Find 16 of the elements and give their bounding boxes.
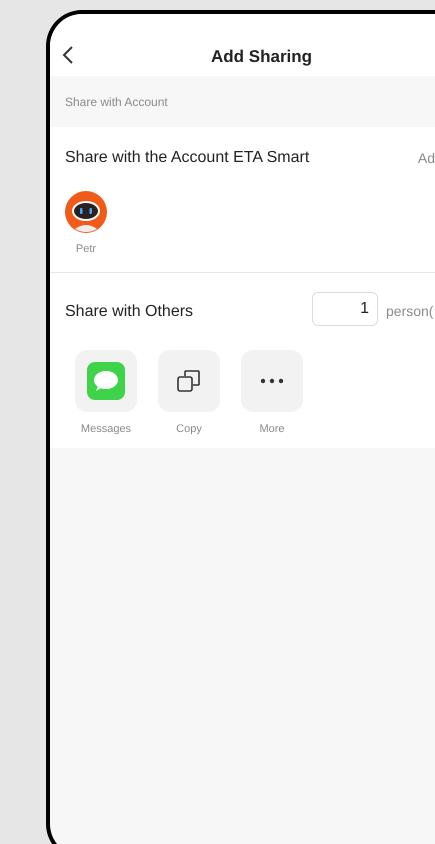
others-title: Share with Others <box>65 302 194 322</box>
share-option-button[interactable] <box>158 350 220 412</box>
section-label: Share with Account <box>65 94 168 110</box>
page-title: Add Sharing <box>211 46 312 68</box>
more-icon <box>260 378 284 384</box>
share-option-label: Messages <box>80 422 132 437</box>
account-title: Share with the Account ETA Smart <box>65 148 310 168</box>
robot-avatar-icon[interactable] <box>65 191 107 233</box>
unit-label: person( <box>386 302 434 321</box>
copy-icon <box>176 368 202 394</box>
member-name: Petr <box>76 242 96 257</box>
count-field[interactable]: 1 <box>312 292 378 326</box>
speech-bubble-icon <box>87 362 125 400</box>
share-option-label: Copy <box>176 422 202 437</box>
back-icon[interactable] <box>62 46 74 64</box>
share-option-label: More <box>259 422 285 437</box>
